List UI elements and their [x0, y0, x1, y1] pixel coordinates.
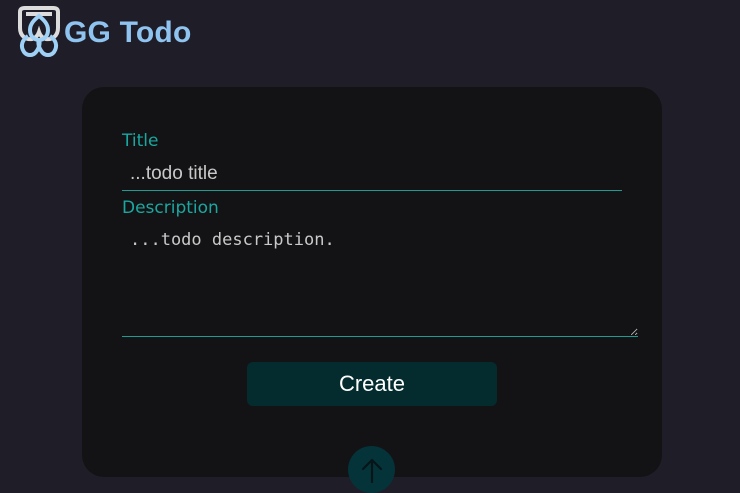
title-label: Title [122, 131, 159, 151]
description-input[interactable] [122, 225, 638, 337]
brand-name[interactable]: GG Todo [64, 16, 191, 50]
create-button[interactable]: Create [247, 362, 497, 406]
scroll-to-top-button[interactable] [348, 446, 395, 493]
logo-icon[interactable] [16, 6, 62, 58]
title-input[interactable] [122, 157, 622, 191]
description-label: Description [122, 198, 219, 218]
arrow-up-icon [361, 458, 382, 483]
todo-form-card: Title Description Create [82, 87, 662, 477]
app-header: GG Todo [16, 6, 191, 58]
